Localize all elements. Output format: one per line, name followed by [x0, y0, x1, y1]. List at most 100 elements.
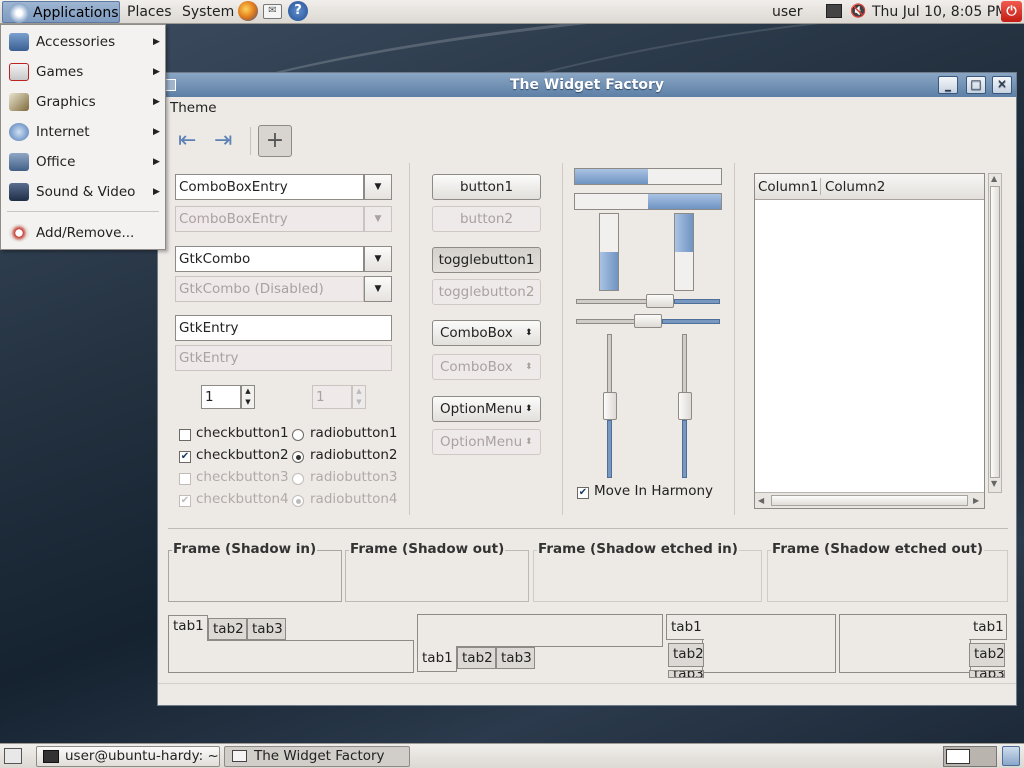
- move-in-harmony-checkbox[interactable]: ✔: [577, 487, 589, 499]
- minimize-button[interactable]: _: [938, 76, 958, 94]
- volume-icon[interactable]: 🔇: [850, 4, 866, 19]
- firefox-icon[interactable]: [238, 1, 258, 21]
- menu-item-label: Games: [36, 64, 84, 80]
- comboboxentry-dropdown-button[interactable]: ▼: [364, 174, 392, 200]
- workspace-1[interactable]: [946, 749, 970, 764]
- menu-item-games[interactable]: Games ▶: [1, 57, 165, 87]
- scroll-left-icon[interactable]: ◀: [758, 493, 764, 508]
- combobox-label: ComboBox: [440, 325, 513, 341]
- user-label[interactable]: user: [766, 1, 809, 23]
- applications-dropdown-menu: Accessories ▶ Games ▶ Graphics ▶ Interne…: [0, 24, 166, 250]
- move-in-harmony-label[interactable]: Move In Harmony: [594, 483, 713, 499]
- spinbutton-arrows[interactable]: ▲ ▼: [241, 385, 255, 409]
- checkbutton2-label[interactable]: checkbutton2: [196, 447, 289, 463]
- menu-item-accessories[interactable]: Accessories ▶: [1, 27, 165, 57]
- treeview-vscrollbar[interactable]: ▲ ▼: [988, 173, 1002, 493]
- scroll-up-icon[interactable]: ▲: [991, 174, 997, 183]
- notebook-bottom-tab1[interactable]: tab1: [417, 646, 457, 672]
- gtkentry-field[interactable]: GtkEntry: [175, 315, 392, 341]
- close-button[interactable]: ✕: [992, 76, 1012, 94]
- system-menu[interactable]: System: [176, 1, 240, 23]
- add-remove-icon: [9, 224, 29, 242]
- menu-item-office[interactable]: Office ▶: [1, 147, 165, 177]
- maximize-button[interactable]: □: [966, 76, 986, 94]
- submenu-arrow-icon: ▶: [153, 97, 160, 107]
- notebook-right-tab3[interactable]: tab3: [969, 670, 1005, 678]
- places-menu[interactable]: Places: [121, 1, 178, 23]
- vscale-1-slider[interactable]: [603, 392, 617, 420]
- menu-item-graphics[interactable]: Graphics ▶: [1, 87, 165, 117]
- button1[interactable]: button1: [432, 174, 541, 200]
- spinbutton-field[interactable]: 1: [201, 385, 241, 409]
- trash-icon[interactable]: [1002, 746, 1020, 766]
- combobox-arrows-icon: ⬍: [525, 328, 533, 338]
- gtkcombo-disabled-dropdown-button: ▼: [364, 276, 392, 302]
- checkbutton1-box[interactable]: [179, 429, 191, 441]
- vscroll-thumb[interactable]: [990, 186, 1000, 478]
- hscale-2-slider[interactable]: [634, 314, 662, 328]
- submenu-arrow-icon: ▶: [153, 67, 160, 77]
- optionmenu[interactable]: OptionMenu ⬍: [432, 396, 541, 422]
- radiobutton2-label[interactable]: radiobutton2: [310, 447, 398, 463]
- scroll-right-icon[interactable]: ▶: [973, 493, 979, 508]
- frame-shadow-out-label: Frame (Shadow out): [349, 541, 506, 557]
- gtkcombo-dropdown-button[interactable]: ▼: [364, 246, 392, 272]
- frame-shadow-etched-out: [767, 550, 1008, 602]
- notebook-left-tab2[interactable]: tab2: [668, 643, 704, 667]
- checkbutton2-box[interactable]: ✔: [179, 451, 191, 463]
- theme-menu[interactable]: Theme: [170, 100, 217, 116]
- menu-item-internet[interactable]: Internet ▶: [1, 117, 165, 147]
- radiobutton1-circle[interactable]: [292, 429, 304, 441]
- help-icon[interactable]: ?: [288, 1, 308, 21]
- vscale-2-slider[interactable]: [678, 392, 692, 420]
- comboboxentry-disabled-dropdown-button: ▼: [364, 206, 392, 232]
- notebook-left-panel: [702, 614, 836, 673]
- notebook-top-tab1[interactable]: tab1: [168, 615, 208, 641]
- mail-icon[interactable]: ✉: [263, 4, 282, 19]
- spinbutton-disabled-field: 1: [312, 385, 352, 409]
- submenu-arrow-icon: ▶: [153, 37, 160, 47]
- applications-menu[interactable]: Applications: [2, 1, 120, 23]
- scroll-down-icon[interactable]: ▼: [991, 479, 997, 488]
- network-icon[interactable]: [826, 4, 842, 18]
- graphics-icon: [9, 93, 29, 111]
- column1-header[interactable]: Column1: [758, 179, 818, 195]
- combobox[interactable]: ComboBox ⬍: [432, 320, 541, 346]
- taskbar-widget-factory[interactable]: The Widget Factory: [224, 746, 410, 767]
- column2-header[interactable]: Column2: [825, 179, 885, 195]
- notebook-top-tab3[interactable]: tab3: [247, 618, 286, 640]
- button2: button2: [432, 206, 541, 232]
- notebook-left-tab1[interactable]: tab1: [666, 614, 704, 640]
- menu-item-add-remove[interactable]: Add/Remove...: [1, 218, 165, 248]
- back-arrow-icon[interactable]: ⇤: [178, 130, 196, 152]
- forward-arrow-icon[interactable]: ⇥: [214, 130, 232, 152]
- hscale-1-slider[interactable]: [645, 294, 674, 308]
- workspace-switcher[interactable]: [943, 746, 997, 767]
- notebook-left-tab3[interactable]: tab3: [668, 670, 704, 678]
- comboboxentry-field[interactable]: ComboBoxEntry: [175, 174, 364, 200]
- taskbar-terminal[interactable]: user@ubuntu-hardy: ~: [36, 746, 220, 767]
- hscroll-thumb[interactable]: [771, 495, 968, 506]
- notebook-bottom-tab2[interactable]: tab2: [457, 647, 496, 669]
- window-titlebar[interactable]: The Widget Factory _ □ ✕: [158, 73, 1016, 97]
- notebook-top-tab2[interactable]: tab2: [208, 618, 247, 640]
- clock[interactable]: Thu Jul 10, 8:05 PM: [866, 1, 1013, 23]
- show-desktop-icon[interactable]: [4, 748, 22, 764]
- power-icon[interactable]: ⏻: [1001, 1, 1022, 22]
- radiobutton1-label[interactable]: radiobutton1: [310, 425, 398, 441]
- menu-separator: [7, 211, 159, 212]
- combobox-disabled: ComboBox ⬍: [432, 354, 541, 380]
- menu-item-sound-video[interactable]: Sound & Video ▶: [1, 177, 165, 207]
- gtkentry-disabled-field: GtkEntry: [175, 345, 392, 371]
- treeview[interactable]: Column1 Column2 ◀ ▶: [754, 173, 985, 509]
- treeview-hscrollbar[interactable]: ◀ ▶: [755, 492, 984, 508]
- checkbutton1-label[interactable]: checkbutton1: [196, 425, 289, 441]
- add-tool-button[interactable]: +: [258, 125, 292, 157]
- notebook-bottom-tab3[interactable]: tab3: [496, 647, 535, 669]
- gtkcombo-field[interactable]: GtkCombo: [175, 246, 364, 272]
- notebook-right-tab2[interactable]: tab2: [969, 643, 1005, 667]
- radiobutton2-circle[interactable]: [292, 451, 304, 463]
- togglebutton1[interactable]: togglebutton1: [432, 247, 541, 273]
- submenu-arrow-icon: ▶: [153, 187, 160, 197]
- notebook-right-tab1[interactable]: tab1: [969, 614, 1007, 640]
